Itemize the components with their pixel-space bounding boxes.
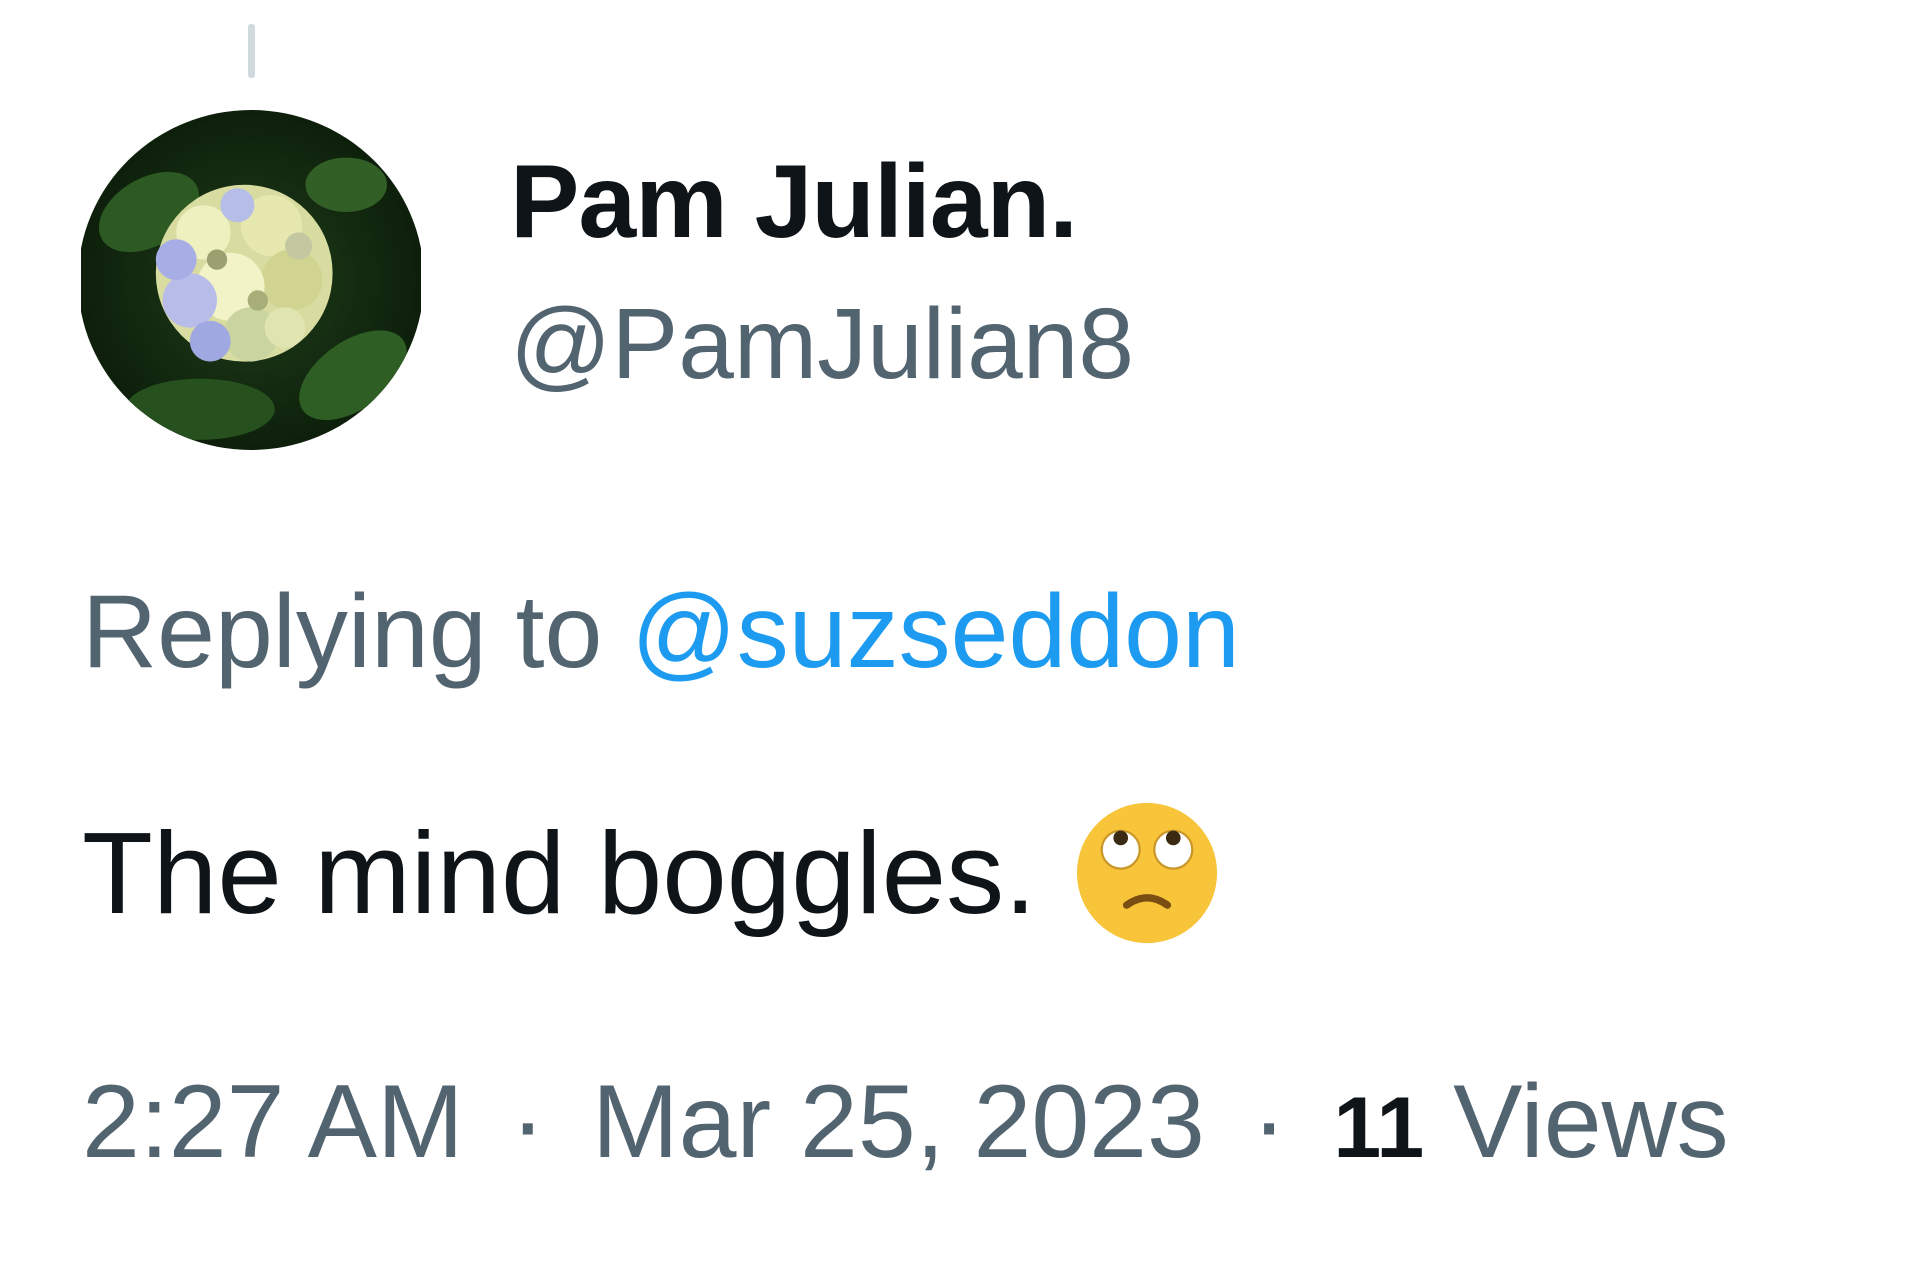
thread-connector-line <box>248 24 255 78</box>
tweet-text-content: The mind boggles. <box>82 808 1037 938</box>
author-handle[interactable]: @PamJulian8 <box>510 282 1134 406</box>
hydrangea-avatar-icon <box>81 110 421 450</box>
tweet[interactable]: Pam Julian. @PamJulian8 Replying to @suz… <box>0 0 1920 1277</box>
meta-separator: · <box>510 1064 546 1180</box>
reply-mention-link[interactable]: @suzseddon <box>631 574 1240 690</box>
tweet-date[interactable]: Mar 25, 2023 <box>592 1064 1205 1180</box>
tweet-meta: 2:27 AM · Mar 25, 2023 · 11 Views <box>82 1060 1729 1190</box>
author-names: Pam Julian. @PamJulian8 <box>510 140 1134 406</box>
replying-to-line: Replying to @suzseddon <box>82 570 1240 694</box>
face-with-rolling-eyes-icon <box>1074 800 1220 946</box>
views-label: Views <box>1453 1064 1729 1180</box>
replying-to-prefix: Replying to <box>82 574 603 690</box>
tweet-time[interactable]: 2:27 AM <box>82 1064 464 1180</box>
views-count: 11 <box>1333 1080 1425 1176</box>
meta-separator: · <box>1251 1064 1287 1180</box>
avatar[interactable] <box>78 110 424 450</box>
tweet-text: The mind boggles. <box>82 800 1220 946</box>
author-display-name[interactable]: Pam Julian. <box>510 140 1134 264</box>
